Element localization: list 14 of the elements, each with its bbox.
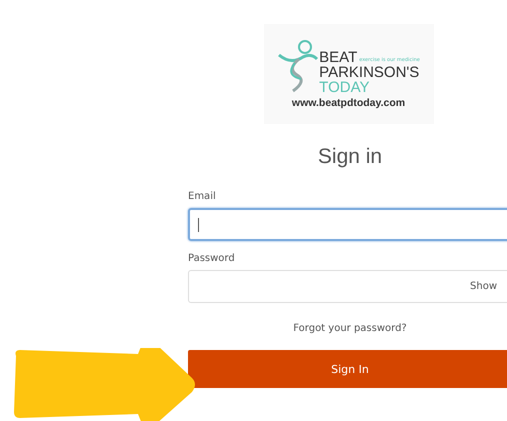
logo-text: TODAY [319,80,370,95]
logo-text: PARKINSON'S [319,65,420,80]
input-field[interactable]: Show [188,270,507,303]
sign-in-button[interactable]: Sign In [188,350,507,388]
runner-icon [277,39,320,95]
forgot-password-link[interactable]: Forgot your password? [293,323,407,334]
show-password-button[interactable]: Show [470,281,497,292]
text-cursor [198,218,199,232]
page-title: Sign in [316,145,384,169]
logo-text: BEAT [319,50,358,65]
field-label: Password [188,253,236,264]
field-label: Email [188,191,217,202]
input-field[interactable] [188,208,507,241]
logo-url: www.beatpdtoday.com [292,97,406,109]
